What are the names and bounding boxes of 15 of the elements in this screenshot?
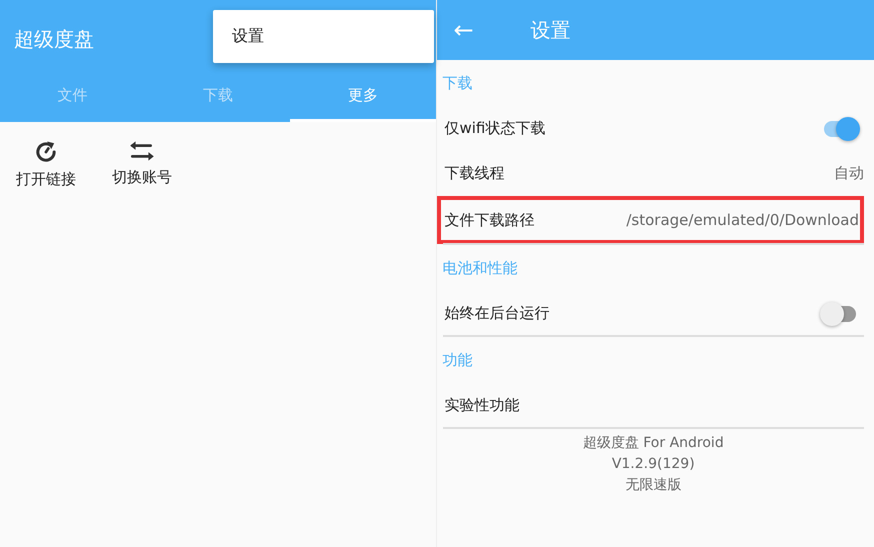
setting-row[interactable]: 下载线程 自动 [442,151,864,196]
setting-row[interactable]: 仅wifi状态下载 [442,106,864,151]
section-title: 电池和性能 [442,258,518,279]
page-title: 设置 [530,16,570,44]
action-label[interactable]: 切换账号 [112,168,172,187]
footer-text: V1.2.9(129) [610,455,696,474]
action-label[interactable]: 打开链接 [16,170,76,189]
footer-text: 无限速版 [624,476,682,495]
setting-row[interactable]: 实验性功能 [442,383,864,428]
setting-row[interactable]: 始终在后台运行 [442,291,864,336]
app-title: 超级度盘 [14,26,94,53]
footer-text: 超级度盘 For Android [582,434,725,453]
menu-item[interactable]: 设置 [213,26,264,47]
section-title: 功能 [442,350,474,371]
section-title: 下载 [442,73,474,94]
